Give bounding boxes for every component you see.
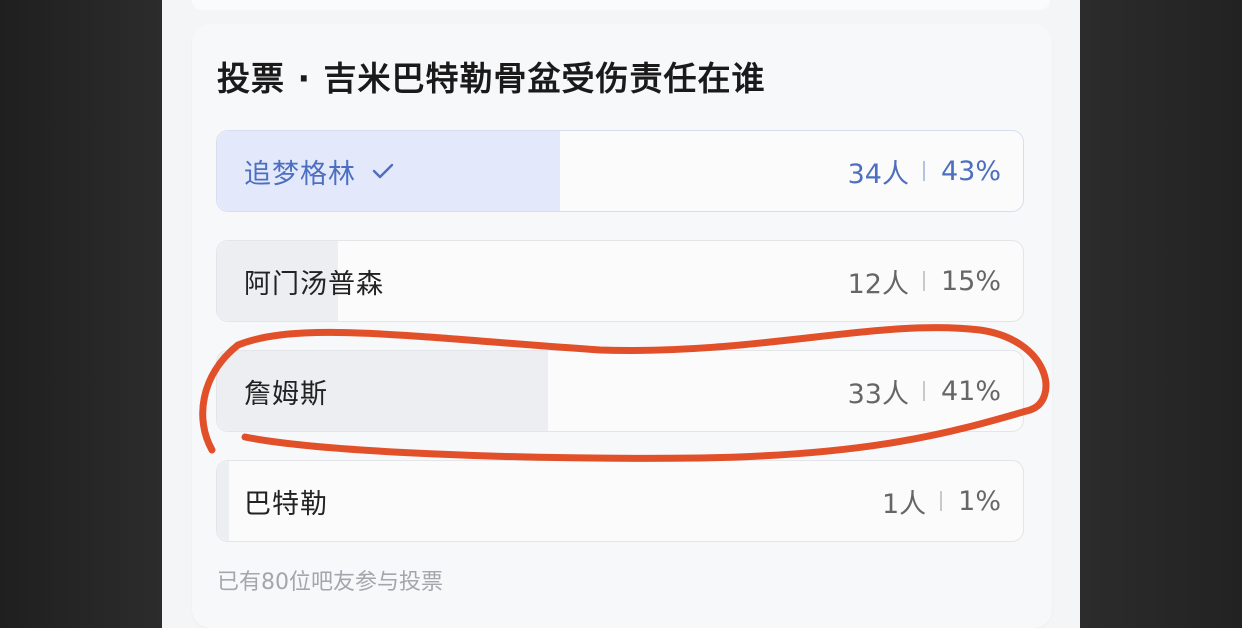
poll-option-3[interactable]: 詹姆斯 33人 41%	[216, 350, 1024, 432]
divider	[922, 161, 925, 181]
poll-option-label: 巴特勒	[244, 488, 328, 520]
right-background	[1080, 0, 1242, 628]
poll-option-2[interactable]: 阿门汤普森 12人 15%	[216, 240, 1024, 322]
poll-card: 投票 · 吉米巴特勒骨盆受伤责任在谁 追梦格林 34人 43% 阿门汤普森 12…	[192, 24, 1052, 628]
vote-count: 33人	[847, 378, 909, 410]
vote-bar-fill	[217, 461, 229, 541]
screen: 投票 · 吉米巴特勒骨盆受伤责任在谁 追梦格林 34人 43% 阿门汤普森 12…	[162, 0, 1080, 628]
previous-card-edge	[192, 0, 1050, 10]
vote-percent: 15%	[940, 265, 1001, 297]
divider	[922, 381, 925, 401]
divider	[922, 271, 925, 291]
left-background	[0, 0, 162, 628]
poll-option-label: 詹姆斯	[244, 378, 328, 410]
poll-option-label: 阿门汤普森	[244, 268, 384, 300]
participant-count: 已有80位吧友参与投票	[217, 570, 443, 595]
vote-count: 34人	[847, 158, 909, 190]
poll-option-4[interactable]: 巴特勒 1人 1%	[216, 460, 1024, 542]
vote-count: 12人	[847, 268, 909, 300]
vote-percent: 43%	[940, 155, 1001, 187]
poll-title: 投票 · 吉米巴特勒骨盆受伤责任在谁	[217, 59, 766, 98]
divider	[940, 491, 943, 511]
poll-option-label: 追梦格林	[244, 158, 356, 190]
vote-percent: 41%	[940, 375, 1001, 407]
poll-option-1[interactable]: 追梦格林 34人 43%	[216, 130, 1024, 212]
vote-percent: 1%	[958, 485, 1001, 517]
vote-count: 1人	[881, 488, 927, 520]
check-icon	[372, 163, 394, 179]
